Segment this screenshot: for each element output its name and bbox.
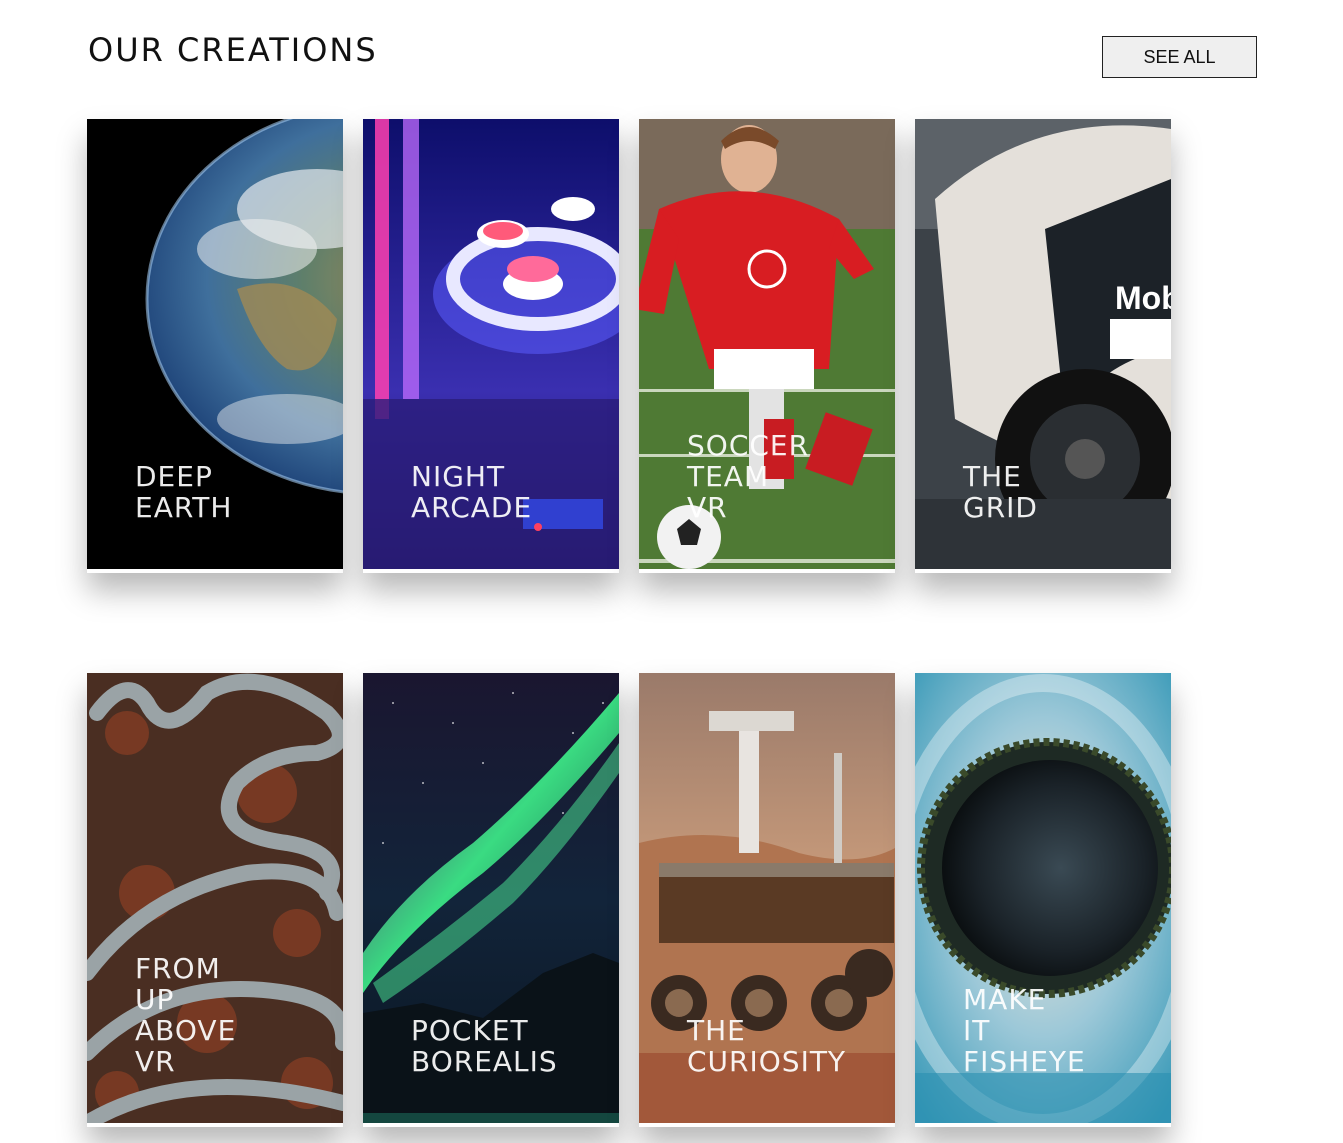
card-label: THE CURIOSITY: [687, 1014, 847, 1078]
card-label: NIGHT ARCADE: [411, 460, 533, 524]
card-label: POCKET BOREALIS: [411, 1014, 558, 1078]
creations-grid: DEEP EARTH NIGHT ARCADE SOCCER TEAM VR M…: [87, 119, 1171, 1127]
creations-page: OUR CREATIONS SEE ALL DEEP EARTH NIGHT A…: [0, 0, 1343, 1143]
card-label: DEEP EARTH: [135, 460, 233, 524]
creation-card-deep-earth[interactable]: DEEP EARTH: [87, 119, 343, 573]
creation-card-from-up-above-vr[interactable]: FROM UP ABOVE VR: [87, 673, 343, 1127]
card-label: SOCCER TEAM VR: [687, 429, 810, 524]
see-all-button[interactable]: SEE ALL: [1102, 36, 1257, 78]
card-label: THE GRID: [963, 460, 1038, 524]
card-label: MAKE IT FISHEYE: [963, 983, 1086, 1078]
section-title: OUR CREATIONS: [88, 31, 378, 69]
creation-card-the-curiosity[interactable]: THE CURIOSITY: [639, 673, 895, 1127]
creation-card-pocket-borealis[interactable]: POCKET BOREALIS: [363, 673, 619, 1127]
creation-card-make-it-fisheye[interactable]: MAKE IT FISHEYE: [915, 673, 1171, 1127]
creation-card-night-arcade[interactable]: NIGHT ARCADE: [363, 119, 619, 573]
svg-text:Mob: Mob: [1115, 280, 1171, 316]
card-label: FROM UP ABOVE VR: [135, 952, 237, 1078]
creation-card-the-grid[interactable]: Mob THE GRID: [915, 119, 1171, 573]
creation-card-soccer-team-vr[interactable]: SOCCER TEAM VR: [639, 119, 895, 573]
